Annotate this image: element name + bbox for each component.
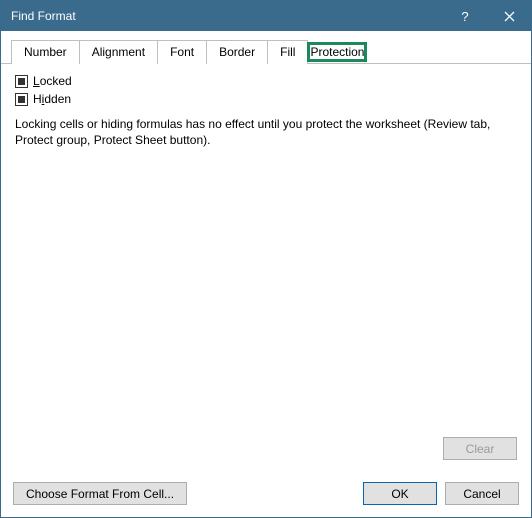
checkbox-indeterminate-icon bbox=[18, 96, 25, 103]
tab-protection-label: Protection bbox=[310, 45, 364, 59]
choose-format-from-cell-button[interactable]: Choose Format From Cell... bbox=[13, 482, 187, 505]
ok-button[interactable]: OK bbox=[363, 482, 437, 505]
locked-row: Locked bbox=[15, 74, 517, 88]
tab-strip: Number Alignment Font Border Fill Protec… bbox=[1, 31, 531, 64]
tab-number[interactable]: Number bbox=[11, 40, 80, 64]
locked-checkbox[interactable] bbox=[15, 75, 28, 88]
locked-label[interactable]: Locked bbox=[33, 74, 72, 88]
clear-button: Clear bbox=[443, 437, 517, 460]
help-button[interactable]: ? bbox=[443, 1, 487, 31]
tab-protection[interactable]: Protection bbox=[307, 42, 367, 62]
hidden-label[interactable]: Hidden bbox=[33, 92, 71, 106]
clear-row: Clear bbox=[15, 437, 517, 466]
protection-panel: Locked Hidden Locking cells or hiding fo… bbox=[1, 64, 531, 474]
cancel-button[interactable]: Cancel bbox=[445, 482, 519, 505]
close-button[interactable] bbox=[487, 1, 531, 31]
hidden-checkbox[interactable] bbox=[15, 93, 28, 106]
tab-font[interactable]: Font bbox=[157, 40, 207, 64]
tab-border[interactable]: Border bbox=[206, 40, 268, 64]
tab-fill[interactable]: Fill bbox=[267, 40, 308, 64]
dialog-title: Find Format bbox=[11, 9, 443, 23]
tab-alignment[interactable]: Alignment bbox=[79, 40, 158, 64]
find-format-dialog: Find Format ? Number Alignment Font Bord… bbox=[0, 0, 532, 518]
close-icon bbox=[504, 11, 515, 22]
help-icon: ? bbox=[461, 9, 468, 24]
titlebar: Find Format ? bbox=[1, 1, 531, 31]
checkbox-indeterminate-icon bbox=[18, 78, 25, 85]
hidden-row: Hidden bbox=[15, 92, 517, 106]
dialog-button-row: Choose Format From Cell... OK Cancel bbox=[1, 474, 531, 517]
protection-info-text: Locking cells or hiding formulas has no … bbox=[15, 116, 517, 148]
